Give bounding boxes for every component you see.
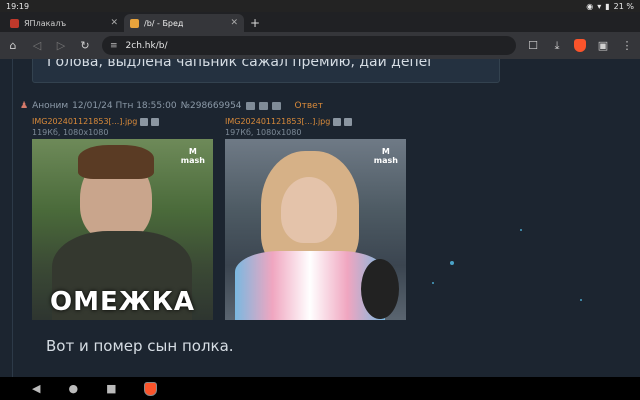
post-image-2[interactable]: M mash: [225, 139, 406, 320]
close-icon[interactable]: ✕: [230, 18, 238, 28]
anon-icon: ♟: [20, 101, 29, 111]
nav-home-icon[interactable]: ●: [68, 382, 78, 395]
file-info-2: IMG202401121853[...].jpg 197Кб, 1080x108…: [225, 117, 353, 137]
clock: 19:19: [6, 1, 30, 11]
home-icon[interactable]: ⌂: [6, 39, 20, 52]
brave-app-icon[interactable]: [144, 381, 158, 396]
bicycle-shape: [361, 259, 399, 319]
download-icon[interactable]: [151, 117, 160, 126]
post-message: Вот и помер сын полка.: [46, 337, 234, 355]
background-dot: [580, 299, 582, 301]
search-image-icon[interactable]: [333, 117, 342, 126]
forward-icon[interactable]: ▷: [54, 39, 68, 52]
reply-link[interactable]: Ответ: [295, 101, 323, 111]
menu-icon[interactable]: ⋮: [620, 39, 634, 52]
tabs-count-icon[interactable]: ▣: [596, 39, 610, 52]
post-number[interactable]: №298669954: [181, 101, 242, 111]
wifi-icon: ▾: [597, 1, 602, 11]
mash-watermark: M mash: [181, 147, 205, 165]
new-tab-button[interactable]: +: [250, 14, 260, 32]
post-play-icon[interactable]: [271, 102, 281, 110]
post-hide-icon[interactable]: [258, 102, 268, 110]
watermark-text: mash: [180, 156, 205, 165]
brave-shields-icon[interactable]: [574, 39, 586, 52]
face-shape: [281, 177, 337, 243]
system-status-bar: 19:19 ◉ ▾ ▮ 21 %: [0, 0, 640, 12]
reload-icon[interactable]: ↻: [78, 39, 92, 52]
nav-recents-icon[interactable]: ■: [106, 382, 116, 395]
post-date: 12/01/24 Птн 18:55:00: [72, 101, 177, 111]
status-icons: ◉ ▾ ▮ 21 %: [586, 2, 634, 11]
background-dot: [432, 282, 434, 284]
background-dot: [450, 261, 454, 265]
close-icon[interactable]: ✕: [110, 18, 118, 28]
back-icon[interactable]: ◁: [30, 39, 44, 52]
file-meta: 197Кб, 1080x1080: [225, 128, 302, 137]
mash-watermark: M mash: [374, 147, 398, 165]
tab-b-bred[interactable]: /b/ - Бред ✕: [124, 14, 244, 32]
tab-title: ЯПлакалъ: [24, 18, 67, 28]
site-settings-icon[interactable]: ≡: [110, 41, 118, 51]
search-image-icon[interactable]: [140, 117, 149, 126]
mash-logo-icon: M: [381, 147, 390, 156]
android-nav-bar: ◀ ● ■: [0, 377, 640, 400]
file-name-link[interactable]: IMG202401121853[...].jpg: [225, 117, 330, 126]
url-text: 2ch.hk/b/: [125, 40, 168, 51]
eye-icon: ◉: [586, 1, 594, 11]
post-header: ♟ Аноним 12/01/24 Птн 18:55:00 №29866995…: [20, 101, 323, 111]
post-menu-icon[interactable]: [245, 102, 255, 110]
file-meta: 119Кб, 1080x1080: [32, 128, 109, 137]
post-author: Аноним: [32, 101, 69, 111]
file-name-link[interactable]: IMG202401121853[...].jpg: [32, 117, 137, 126]
image-caption: ОМЕЖКА: [50, 287, 195, 317]
battery-level: 21 %: [613, 1, 634, 11]
download-icon[interactable]: ⤓: [550, 39, 564, 53]
address-bar[interactable]: ≡ 2ch.hk/b/: [102, 36, 516, 55]
mash-logo-icon: M: [188, 147, 197, 156]
tab-yaplakal[interactable]: ЯПлакалъ ✕: [4, 14, 124, 32]
yaplakal-favicon-icon: [10, 18, 19, 28]
bookmark-icon[interactable]: ☐: [526, 39, 540, 52]
lightning-favicon-icon: [130, 18, 139, 28]
tab-title: /b/ - Бред: [144, 18, 184, 28]
background-dot: [520, 229, 522, 231]
page-content: Голова, выдлена чапьник сажал премию, да…: [0, 59, 640, 377]
battery-icon: ▮: [605, 1, 610, 11]
file-info-1: IMG202401121853[...].jpg 119Кб, 1080x108…: [32, 117, 160, 137]
previous-post: Голова, выдлена чапьник сажал премию, да…: [32, 59, 500, 83]
thread-line: [12, 59, 13, 377]
download-icon[interactable]: [344, 117, 353, 126]
nav-back-icon[interactable]: ◀: [32, 382, 40, 395]
hair-shape: [78, 145, 154, 179]
browser-toolbar: ⌂ ◁ ▷ ↻ ≡ 2ch.hk/b/ ☐ ⤓ ▣ ⋮: [0, 32, 640, 59]
tab-strip: ЯПлакалъ ✕ /b/ - Бред ✕ +: [0, 12, 640, 32]
post-image-1[interactable]: M mash ОМЕЖКА: [32, 139, 213, 320]
watermark-text: mash: [373, 156, 398, 165]
